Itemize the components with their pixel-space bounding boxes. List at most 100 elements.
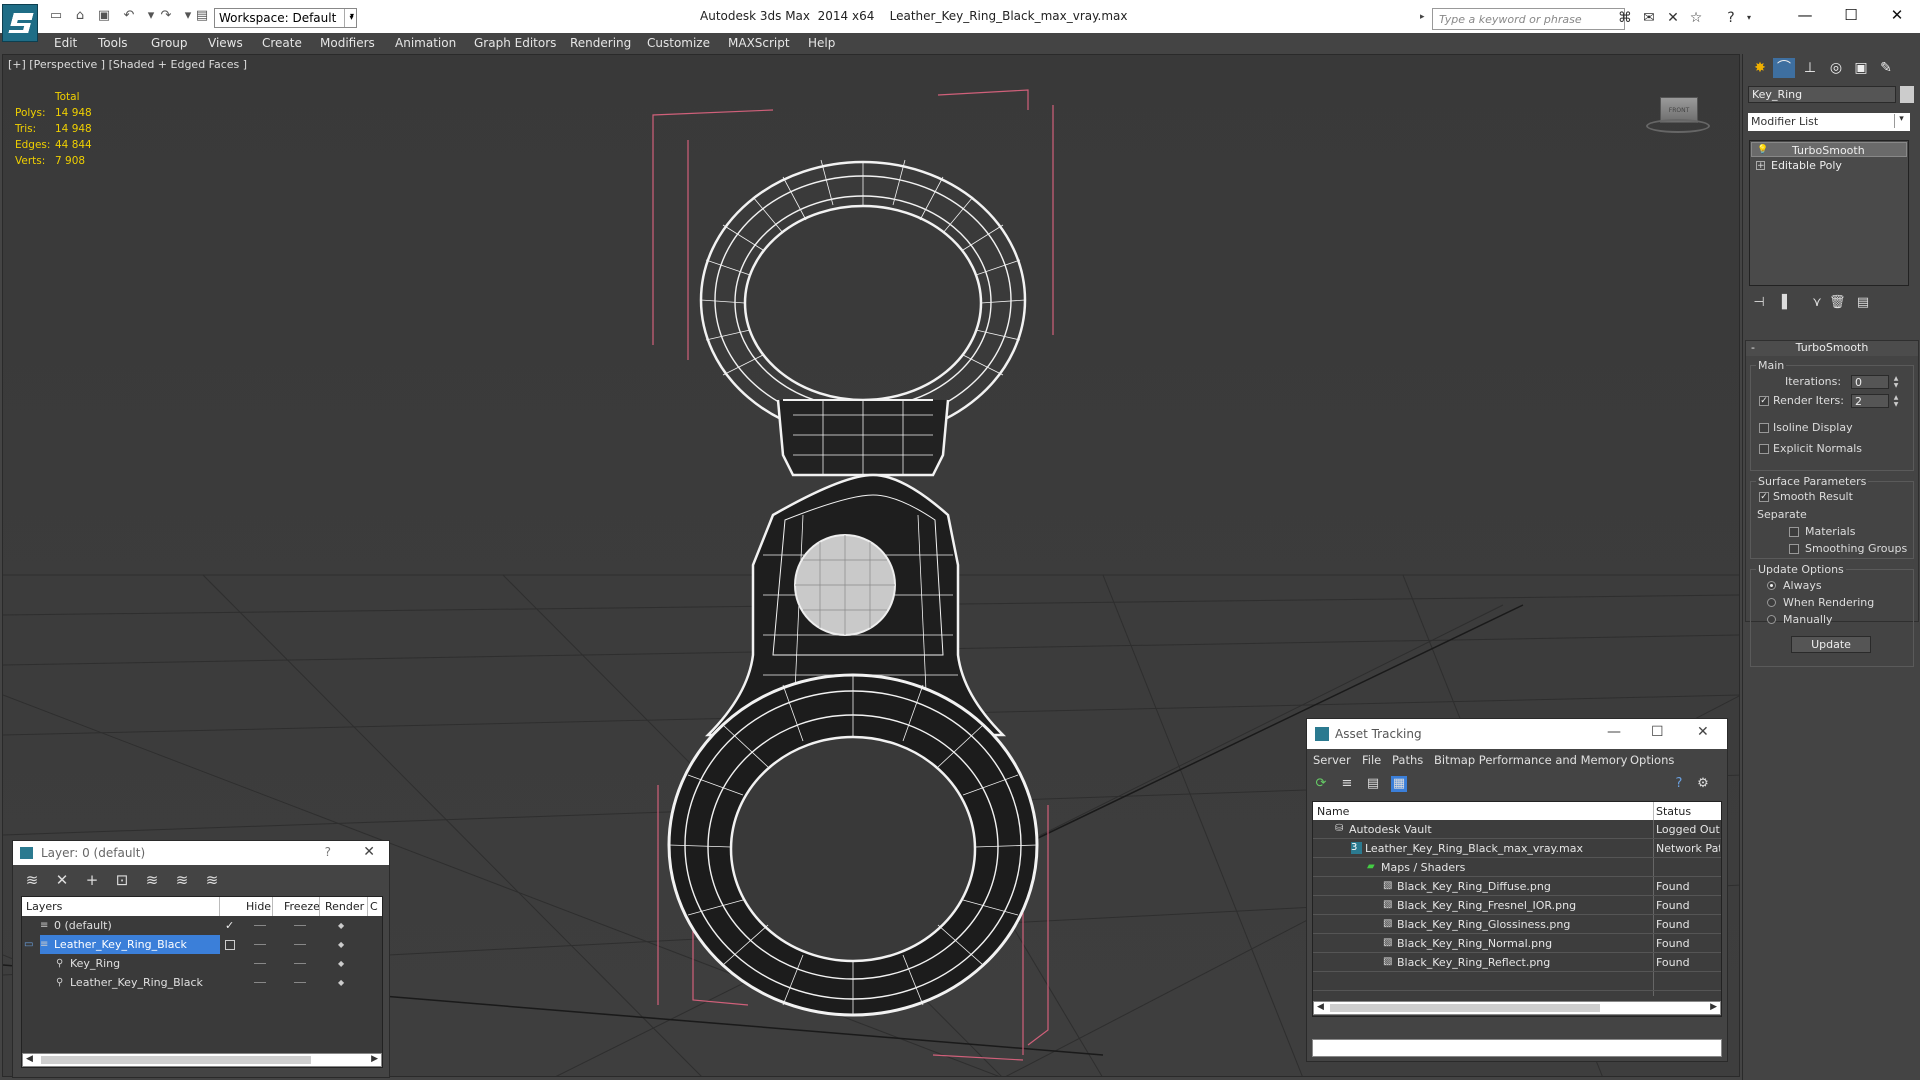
utilities-tab-icon[interactable]: ✎ bbox=[1875, 58, 1897, 78]
minimize-button[interactable]: — bbox=[1607, 724, 1621, 740]
layer-row[interactable]: ⚲ Leather_Key_Ring_Black ◆ bbox=[22, 973, 382, 992]
asset-row[interactable]: ▧ Black_Key_Ring_Reflect.png Found bbox=[1313, 953, 1721, 972]
asset-row[interactable]: ⛁ Autodesk Vault Logged Out bbox=[1313, 820, 1721, 839]
menu-rendering[interactable]: Rendering bbox=[570, 36, 631, 50]
layer-row[interactable]: ▭ ≡ Leather_Key_Ring_Black ◆ bbox=[22, 935, 382, 954]
display-tab-icon[interactable]: ▣ bbox=[1850, 58, 1872, 78]
help-dropdown-icon[interactable]: ▾ bbox=[1740, 10, 1758, 26]
menu-modifiers[interactable]: Modifiers bbox=[320, 36, 375, 50]
close-button[interactable]: ✕ bbox=[1882, 6, 1912, 26]
help-icon[interactable]: ? bbox=[1671, 776, 1687, 792]
update-manually-radio[interactable] bbox=[1767, 615, 1776, 624]
update-always-radio[interactable] bbox=[1767, 581, 1776, 590]
modify-tab-icon[interactable]: ⌒ bbox=[1773, 58, 1795, 78]
menu-help[interactable]: Help bbox=[808, 36, 835, 50]
search-input[interactable]: Type a keyword or phrase bbox=[1432, 8, 1625, 30]
favorites-star-icon[interactable]: ☆ bbox=[1687, 10, 1705, 26]
asset-row[interactable]: ▧ Black_Key_Ring_Normal.png Found bbox=[1313, 934, 1721, 953]
motion-tab-icon[interactable]: ◎ bbox=[1825, 58, 1847, 78]
close-icon[interactable]: ✕ bbox=[363, 844, 375, 860]
render-teapot-icon[interactable]: ◆ bbox=[338, 921, 348, 930]
isoline-display-checkbox[interactable] bbox=[1759, 423, 1769, 433]
col-status[interactable]: Status bbox=[1656, 805, 1691, 818]
update-when-rendering-radio[interactable] bbox=[1767, 598, 1776, 607]
menu-file[interactable]: File bbox=[1362, 753, 1381, 767]
select-objects-icon[interactable]: ⊡ bbox=[113, 871, 131, 889]
menu-views[interactable]: Views bbox=[208, 36, 243, 50]
add-to-layer-icon[interactable]: + bbox=[83, 871, 101, 889]
freeze-toggle[interactable] bbox=[294, 963, 306, 964]
rollout-header[interactable]: - TurboSmooth bbox=[1746, 341, 1918, 356]
smooth-result-checkbox[interactable]: ✓ bbox=[1759, 492, 1769, 502]
maximize-button[interactable]: ☐ bbox=[1836, 6, 1866, 26]
communication-icon[interactable]: ✉ bbox=[1640, 10, 1658, 26]
render-iters-spinner[interactable]: 2 bbox=[1851, 394, 1889, 408]
spinner-arrows-icon[interactable]: ▲ ▼ bbox=[1891, 375, 1901, 389]
workspace-select[interactable]: Workspace: Default ▾ bbox=[214, 8, 357, 28]
refresh-icon[interactable]: ⟳ bbox=[1313, 776, 1329, 792]
hide-toggle[interactable] bbox=[254, 982, 266, 983]
undo-dropdown-icon[interactable]: ▾ bbox=[143, 9, 159, 23]
binoculars-icon[interactable]: ⌘ bbox=[1616, 10, 1634, 26]
menu-animation[interactable]: Animation bbox=[395, 36, 456, 50]
maximize-button[interactable]: ☐ bbox=[1651, 724, 1664, 740]
make-current-toggle[interactable] bbox=[225, 940, 235, 950]
expand-icon[interactable]: + bbox=[1756, 161, 1765, 171]
menu-maxscript[interactable]: MAXScript bbox=[728, 36, 790, 50]
asset-row[interactable]: ▧ Black_Key_Ring_Fresnel_IOR.png Found bbox=[1313, 896, 1721, 915]
viewcube-compass[interactable] bbox=[1646, 119, 1710, 133]
menu-create[interactable]: Create bbox=[262, 36, 302, 50]
create-tab-icon[interactable]: ✸ bbox=[1749, 58, 1771, 78]
col-name[interactable]: Name bbox=[1317, 805, 1349, 818]
menu-tools[interactable]: Tools bbox=[98, 36, 128, 50]
freeze-all-layers-icon[interactable]: ≋ bbox=[203, 871, 221, 889]
hide-toggle[interactable] bbox=[254, 944, 266, 945]
scroll-left-icon[interactable]: ◀ bbox=[26, 1054, 33, 1064]
scroll-right-icon[interactable]: ▶ bbox=[1710, 1002, 1717, 1012]
configure-sets-icon[interactable]: ▤ bbox=[1855, 295, 1871, 311]
make-unique-icon[interactable]: ⋎ bbox=[1809, 295, 1825, 311]
menu-group[interactable]: Group bbox=[151, 36, 188, 50]
freeze-toggle[interactable] bbox=[294, 982, 306, 983]
freeze-toggle[interactable] bbox=[294, 944, 306, 945]
show-end-result-icon[interactable]: ▌ bbox=[1779, 295, 1795, 311]
stack-item-editable-poly[interactable]: + Editable Poly bbox=[1751, 158, 1907, 173]
viewport-label[interactable]: [+] [Perspective ] [Shaded + Edged Faces… bbox=[8, 58, 247, 71]
help-icon[interactable]: ? bbox=[1722, 10, 1740, 26]
object-color-swatch[interactable] bbox=[1900, 86, 1914, 103]
layer-row[interactable]: ≡ 0 (default) ✓ ◆ bbox=[22, 916, 382, 935]
workspace-menu-button[interactable]: ▾ bbox=[344, 9, 358, 27]
undo-icon[interactable]: ↶ bbox=[121, 9, 137, 23]
remove-modifier-icon[interactable]: 🗑 bbox=[1829, 295, 1846, 311]
hide-toggle[interactable] bbox=[254, 925, 266, 926]
new-file-icon[interactable]: ▭ bbox=[48, 9, 64, 23]
layer-row[interactable]: ⚲ Key_Ring ◆ bbox=[22, 954, 382, 973]
stack-item-turbosmooth[interactable]: 💡 TurboSmooth bbox=[1751, 142, 1907, 157]
explicit-normals-checkbox[interactable] bbox=[1759, 444, 1769, 454]
freeze-toggle[interactable] bbox=[294, 925, 306, 926]
update-button[interactable]: Update bbox=[1791, 636, 1871, 653]
render-teapot-icon[interactable]: ◆ bbox=[338, 978, 348, 987]
pin-stack-icon[interactable]: ⊣ bbox=[1751, 295, 1767, 311]
save-file-icon[interactable]: ▣ bbox=[96, 9, 112, 23]
layer-horizontal-scrollbar[interactable]: ◀ ▶ bbox=[22, 1053, 382, 1067]
collapse-icon[interactable]: ▭ bbox=[24, 939, 35, 950]
render-teapot-icon[interactable]: ◆ bbox=[338, 959, 348, 968]
hide-all-layers-icon[interactable]: ≋ bbox=[173, 871, 191, 889]
col-hide[interactable]: Hide bbox=[246, 900, 271, 913]
smoothing-groups-checkbox[interactable] bbox=[1789, 544, 1799, 554]
menu-server[interactable]: Server bbox=[1313, 753, 1351, 767]
layer-panel-titlebar[interactable]: Layer: 0 (default) ? ✕ bbox=[13, 841, 389, 865]
highlight-layer-icon[interactable]: ≋ bbox=[143, 871, 161, 889]
help-button[interactable]: ? bbox=[325, 845, 331, 859]
asset-row[interactable]: 3 Leather_Key_Ring_Black_max_vray.max Ne… bbox=[1313, 839, 1721, 858]
object-name-field[interactable]: Key_Ring bbox=[1748, 86, 1896, 103]
active-layer-check-icon[interactable]: ✓ bbox=[225, 919, 234, 932]
col-color[interactable]: C bbox=[370, 900, 378, 913]
menu-bitmap-performance[interactable]: Bitmap Performance and Memory bbox=[1434, 753, 1627, 767]
minimize-button[interactable]: — bbox=[1790, 6, 1820, 26]
lightbulb-icon[interactable]: 💡 bbox=[1757, 146, 1768, 155]
close-button[interactable]: ✕ bbox=[1697, 724, 1709, 740]
asset-tracking-titlebar[interactable]: Asset Tracking — ☐ ✕ bbox=[1307, 719, 1727, 749]
viewcube[interactable]: FRONT bbox=[1643, 93, 1713, 137]
